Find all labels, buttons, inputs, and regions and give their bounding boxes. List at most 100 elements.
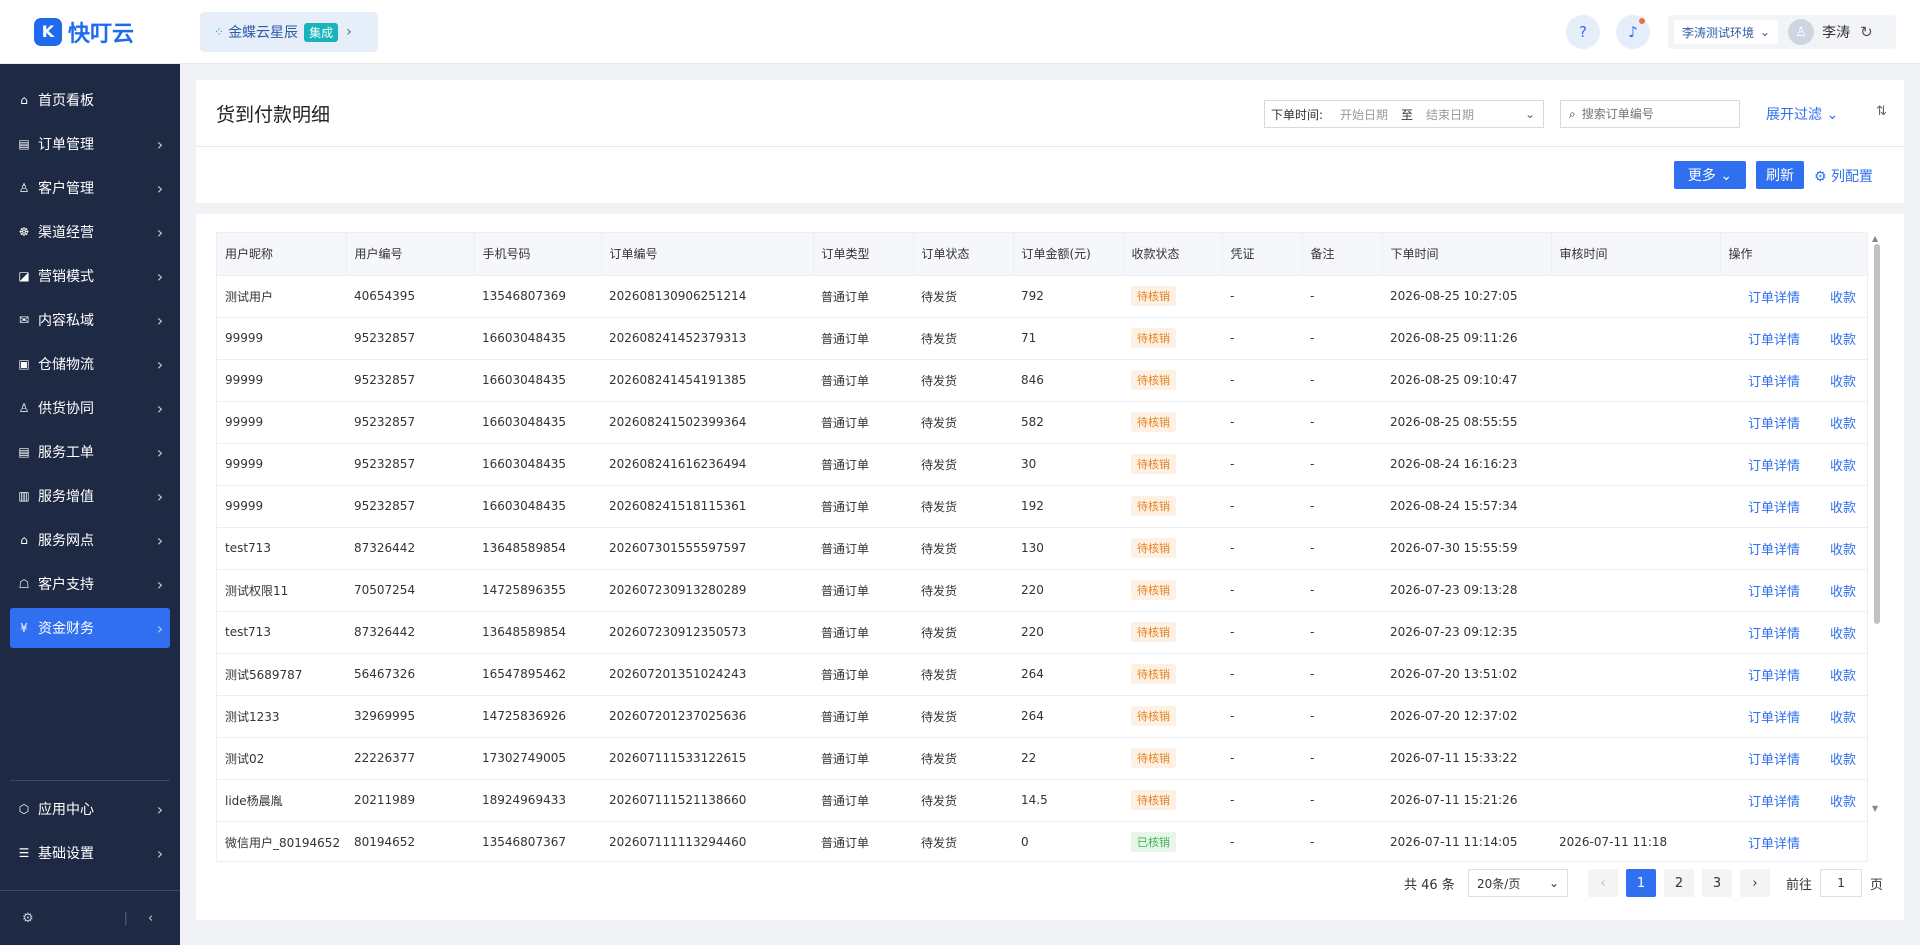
order-detail-link[interactable]: 订单详情 — [1748, 291, 1800, 306]
settings-icon[interactable]: ⚙ — [22, 911, 34, 926]
refresh-icon[interactable]: ↻ — [1860, 23, 1873, 41]
collect-payment-link[interactable]: 收款 — [1830, 291, 1856, 306]
column-header[interactable]: 订单金额(元) — [1013, 233, 1124, 276]
column-header[interactable]: 收款状态 — [1123, 233, 1223, 276]
order-detail-link[interactable]: 订单详情 — [1748, 333, 1800, 348]
order-detail-link[interactable]: 订单详情 — [1748, 837, 1800, 852]
scroll-down-icon[interactable]: ▼ — [1872, 804, 1878, 813]
sidebar-item-bottom-0[interactable]: ⬡ 应用中心 › — [10, 789, 170, 829]
column-header[interactable]: 用户编号 — [346, 233, 475, 276]
user-name[interactable]: 李涛 — [1822, 22, 1850, 42]
table-row[interactable]: 99999 95232857 16603048435 2026082414523793… — [217, 317, 1867, 360]
page-button[interactable]: 1 — [1626, 869, 1656, 897]
collect-payment-link[interactable]: 收款 — [1830, 585, 1856, 600]
collect-payment-link[interactable]: 收款 — [1830, 795, 1856, 810]
table-row[interactable]: 测试1233 32969995 14725836926 202607201237025… — [217, 695, 1867, 738]
collect-payment-link[interactable]: 收款 — [1830, 333, 1856, 348]
order-detail-link[interactable]: 订单详情 — [1748, 711, 1800, 726]
search-input[interactable] — [1581, 107, 1722, 121]
page-button[interactable]: 3 — [1702, 869, 1732, 897]
sidebar-item-6[interactable]: ▣ 仓储物流 › — [10, 344, 170, 384]
order-detail-link[interactable]: 订单详情 — [1748, 543, 1800, 558]
collect-payment-link[interactable]: 收款 — [1830, 459, 1856, 474]
order-detail-link[interactable]: 订单详情 — [1748, 459, 1800, 474]
scroll-up-icon[interactable]: ▲ — [1872, 234, 1878, 243]
page-button[interactable]: 2 — [1664, 869, 1694, 897]
refresh-button[interactable]: 刷新 — [1756, 161, 1804, 189]
table-row[interactable]: 测试权限11 70507254 14725896355 202607230913280… — [217, 569, 1867, 612]
sidebar-item-12[interactable]: ¥ 资金财务 › — [10, 608, 170, 648]
sort-icon[interactable]: ⇅ — [1876, 104, 1887, 119]
table-row[interactable]: 微信用户_80194652 80194652 13546807367 20260711… — [217, 821, 1867, 861]
table-row[interactable]: 99999 95232857 16603048435 2026082415023993… — [217, 401, 1867, 444]
table-row[interactable]: 99999 95232857 16603048435 2026082416162364… — [217, 443, 1867, 486]
prev-page-button[interactable]: ‹ — [1588, 869, 1618, 897]
sidebar-item-3[interactable]: ☸ 渠道经营 › — [10, 212, 170, 252]
collect-payment-link[interactable]: 收款 — [1830, 669, 1856, 684]
table-row[interactable]: 测试02 22226377 17302749005 20260711153312261… — [217, 737, 1867, 780]
column-header[interactable]: 审核时间 — [1551, 233, 1721, 276]
table-row[interactable]: lide杨晨胤 20211989 18924969433 20260711152113… — [217, 779, 1867, 822]
expand-filter-link[interactable]: 展开过滤 ⌄ — [1766, 104, 1838, 124]
column-header[interactable]: 手机号码 — [474, 233, 602, 276]
column-header[interactable]: 操作 — [1720, 233, 1867, 276]
table-row[interactable]: 99999 95232857 16603048435 2026082414541913… — [217, 359, 1867, 402]
scroll-thumb[interactable] — [1874, 244, 1880, 624]
more-button[interactable]: 更多 ⌄ — [1674, 161, 1746, 189]
column-header[interactable]: 订单编号 — [601, 233, 814, 276]
order-detail-link[interactable]: 订单详情 — [1748, 795, 1800, 810]
sidebar-item-4[interactable]: ◪ 营销模式 › — [10, 256, 170, 296]
order-detail-link[interactable]: 订单详情 — [1748, 627, 1800, 642]
table-row[interactable]: 99999 95232857 16603048435 2026082415181153… — [217, 485, 1867, 528]
column-header[interactable]: 凭证 — [1222, 233, 1303, 276]
collect-payment-link[interactable]: 收款 — [1830, 627, 1856, 642]
column-header[interactable]: 用户昵称 — [217, 233, 347, 276]
collect-payment-link[interactable]: 收款 — [1830, 375, 1856, 390]
sidebar-item-10[interactable]: ⌂ 服务网点 › — [10, 520, 170, 560]
sidebar-item-1[interactable]: ▤ 订单管理 › — [10, 124, 170, 164]
org-switcher[interactable]: ⁘ 金蝶云星辰 集成 › — [200, 12, 378, 52]
env-select[interactable]: 李涛测试环境 ⌄ — [1674, 20, 1779, 44]
start-date-input[interactable]: 开始日期 — [1329, 106, 1399, 123]
order-detail-link[interactable]: 订单详情 — [1748, 375, 1800, 390]
column-config-button[interactable]: ⚙ 列配置 — [1814, 166, 1873, 186]
sidebar-item-2[interactable]: ♙ 客户管理 › — [10, 168, 170, 208]
column-header[interactable]: 订单类型 — [813, 233, 914, 276]
collect-payment-link[interactable]: 收款 — [1830, 711, 1856, 726]
page-size-select[interactable]: 20条/页 ⌄ — [1468, 868, 1568, 898]
collect-payment-link[interactable]: 收款 — [1830, 543, 1856, 558]
order-detail-link[interactable]: 订单详情 — [1748, 753, 1800, 768]
sidebar-item-5[interactable]: ✉ 内容私域 › — [10, 300, 170, 340]
sidebar-item-bottom-1[interactable]: ☰ 基础设置 › — [10, 833, 170, 873]
order-detail-link[interactable]: 订单详情 — [1748, 501, 1800, 516]
page-size-value[interactable]: 20条/页 ⌄ — [1468, 869, 1568, 897]
end-date-input[interactable]: 结束日期 — [1415, 106, 1485, 123]
collect-payment-link[interactable]: 收款 — [1830, 417, 1856, 432]
order-detail-link[interactable]: 订单详情 — [1748, 417, 1800, 432]
table-row[interactable]: test713 87326442 13648589854 20260730155559… — [217, 527, 1867, 570]
order-detail-link[interactable]: 订单详情 — [1748, 669, 1800, 684]
notification-button[interactable]: ♪ — [1616, 15, 1650, 49]
sidebar-item-7[interactable]: ♙ 供货协同 › — [10, 388, 170, 428]
column-header[interactable]: 备注 — [1302, 233, 1383, 276]
table-row[interactable]: 测试用户 40654395 13546807369 20260813090625121… — [217, 275, 1867, 318]
sidebar-item-11[interactable]: ☖ 客户支持 › — [10, 564, 170, 604]
collapse-icon[interactable]: ‹ — [148, 911, 153, 926]
next-page-button[interactable]: › — [1740, 869, 1770, 897]
sidebar-item-9[interactable]: ▥ 服务增值 › — [10, 476, 170, 516]
order-detail-link[interactable]: 订单详情 — [1748, 585, 1800, 600]
sidebar-item-8[interactable]: ▤ 服务工单 › — [10, 432, 170, 472]
column-header[interactable]: 订单状态 — [913, 233, 1014, 276]
date-range-picker[interactable]: 下单时间: 开始日期 至 结束日期 ⌄ — [1264, 100, 1544, 128]
table-row[interactable]: 测试5689787 56467326 16547895462 202607201351… — [217, 653, 1867, 696]
sidebar-item-0[interactable]: ⌂ 首页看板 — [10, 80, 170, 120]
avatar[interactable]: ♙ — [1788, 19, 1815, 45]
collect-payment-link[interactable]: 收款 — [1830, 501, 1856, 516]
table-row[interactable]: test713 87326442 13648589854 20260723091235… — [217, 611, 1867, 654]
logo[interactable]: K 快叮云 — [0, 0, 180, 64]
column-header[interactable]: 下单时间 — [1382, 233, 1552, 276]
vertical-scrollbar[interactable]: ▲ ▼ — [1872, 234, 1882, 814]
collect-payment-link[interactable]: 收款 — [1830, 753, 1856, 768]
help-button[interactable]: ? — [1566, 15, 1600, 49]
jump-input[interactable]: 1 — [1820, 869, 1863, 897]
